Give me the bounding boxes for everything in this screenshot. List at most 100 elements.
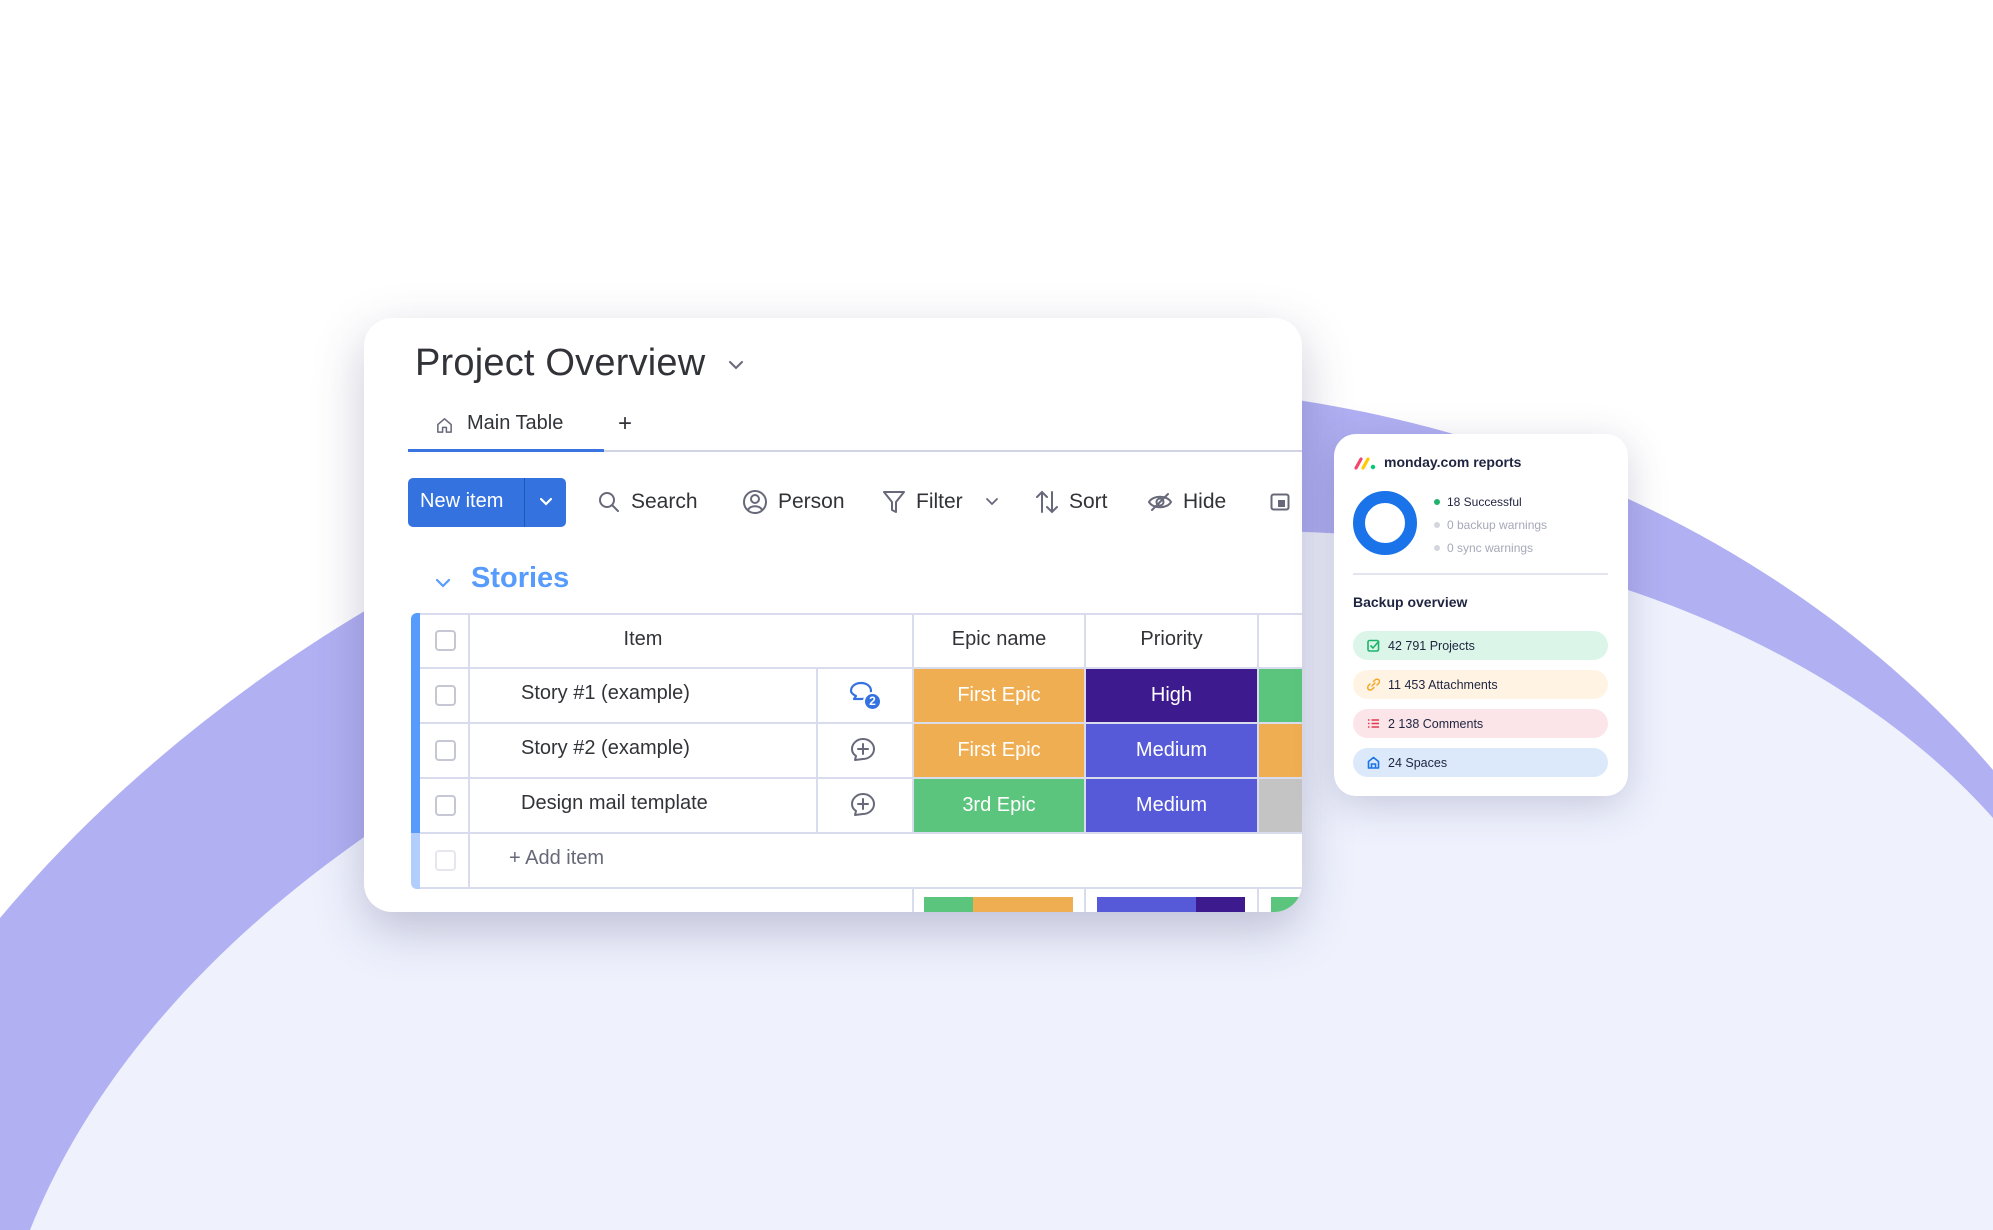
person-label: Person (778, 490, 845, 513)
add-comment-icon[interactable] (849, 736, 877, 764)
status-cell[interactable] (1259, 779, 1302, 832)
col-divider (1257, 887, 1259, 912)
item-name[interactable]: Story #1 (example) (521, 682, 690, 705)
new-item-button[interactable]: New item (408, 478, 566, 527)
home-icon (437, 418, 452, 433)
tab-main-table[interactable]: Main Table (408, 406, 604, 452)
person-icon (743, 490, 767, 514)
legend-label: 0 backup warnings (1447, 518, 1548, 532)
epic-summary-bar (924, 897, 1073, 912)
priority-cell[interactable]: High (1086, 669, 1257, 722)
status-dot (1434, 499, 1440, 505)
status-cell[interactable] (1259, 724, 1302, 777)
sort-button[interactable]: Sort (1035, 484, 1108, 520)
chevron-down-icon[interactable] (727, 358, 745, 372)
stat-projects: 42 791 Projects (1353, 631, 1608, 660)
epic-cell[interactable]: First Epic (914, 669, 1084, 722)
priority-summary-bar (1097, 897, 1245, 912)
backup-donut-chart (1353, 491, 1417, 555)
reports-card: monday.com reports 18 Successful 0 backu… (1334, 434, 1628, 796)
row-checkbox[interactable] (435, 795, 456, 816)
column-header-epic[interactable]: Epic name (914, 628, 1084, 651)
col-divider (816, 667, 818, 834)
legend-sync-warnings: 0 sync warnings (1434, 541, 1533, 555)
row-checkbox[interactable] (435, 740, 456, 761)
backup-overview-title: Backup overview (1353, 594, 1468, 610)
sort-label: Sort (1069, 490, 1108, 513)
search-icon (599, 492, 619, 512)
sort-icon (1036, 490, 1058, 514)
comment-count-badge: 2 (863, 692, 882, 711)
link-icon (1367, 678, 1380, 691)
col-divider (912, 887, 914, 912)
priority-cell[interactable]: Medium (1086, 724, 1257, 777)
stat-attachments: 11 453 Attachments (1353, 670, 1608, 699)
group-color-stripe-light (411, 833, 420, 889)
divider (1353, 573, 1608, 575)
button-divider (524, 478, 525, 527)
search-label: Search (631, 490, 698, 513)
col-divider (1084, 887, 1086, 912)
filter-button[interactable]: Filter (882, 484, 999, 520)
monday-logo-icon (1354, 457, 1376, 470)
add-view-button[interactable]: + (618, 410, 632, 438)
legend-label: 0 sync warnings (1447, 541, 1534, 555)
search-button[interactable]: Search (597, 484, 698, 520)
summary-segment (1097, 897, 1197, 912)
status-cell[interactable] (1259, 669, 1302, 722)
tab-label: Main Table (467, 412, 564, 434)
reports-title: monday.com reports (1384, 454, 1522, 470)
row-checkbox[interactable] (435, 685, 456, 706)
tab-active-indicator (408, 449, 604, 452)
item-name[interactable]: Design mail template (521, 792, 708, 815)
chevron-down-icon[interactable] (539, 496, 553, 508)
stat-label: 11 453 Attachments (1388, 677, 1498, 692)
status-dot (1434, 545, 1440, 551)
board-title: Project Overview (415, 342, 706, 384)
add-comment-icon[interactable] (849, 791, 877, 819)
stat-label: 24 Spaces (1388, 755, 1448, 770)
epic-cell[interactable]: First Epic (914, 724, 1084, 777)
filter-icon (883, 491, 905, 513)
epic-cell[interactable]: 3rd Epic (914, 779, 1084, 832)
summary-segment (924, 897, 974, 912)
priority-cell[interactable]: Medium (1086, 779, 1257, 832)
list-icon (1368, 719, 1379, 728)
new-item-label: New item (420, 490, 504, 512)
stat-label: 42 791 Projects (1388, 638, 1475, 653)
person-filter-button[interactable]: Person (742, 484, 845, 520)
group-title[interactable]: Stories (471, 562, 569, 595)
status-dot (1434, 522, 1440, 528)
chevron-down-icon[interactable] (985, 496, 999, 508)
column-header-item[interactable]: Item (470, 628, 816, 651)
add-item-input[interactable]: + Add item (509, 847, 604, 870)
hide-button[interactable]: Hide (1147, 484, 1226, 520)
board-card: Project Overview Main Table + New item S… (364, 318, 1302, 912)
item-name[interactable]: Story #2 (example) (521, 737, 690, 760)
hide-icon (1147, 493, 1173, 511)
home-icon (1367, 756, 1380, 769)
item-view-button[interactable] (1270, 484, 1300, 520)
col-divider (468, 613, 470, 889)
stat-comments: 2 138 Comments (1353, 709, 1608, 738)
panel-icon (1270, 493, 1290, 511)
column-header-priority[interactable]: Priority (1086, 628, 1257, 651)
hide-label: Hide (1183, 490, 1227, 513)
legend-successful: 18 Successful (1434, 495, 1522, 509)
summary-segment (1271, 897, 1302, 912)
summary-segment (1196, 897, 1245, 912)
row-divider (420, 832, 1302, 834)
group-color-stripe (411, 613, 420, 833)
collapse-group-icon[interactable] (434, 576, 452, 590)
add-item-checkbox (435, 850, 456, 871)
status-summary-bar (1271, 897, 1302, 912)
checkbox-icon (1367, 639, 1380, 652)
row-divider (420, 613, 1302, 615)
legend-label: 18 Successful (1447, 495, 1522, 509)
comments-button[interactable]: 2 (849, 680, 883, 711)
filter-label: Filter (916, 490, 963, 513)
row-divider (420, 887, 1302, 889)
stat-spaces: 24 Spaces (1353, 748, 1608, 777)
select-all-checkbox[interactable] (435, 630, 456, 651)
summary-segment (973, 897, 1073, 912)
